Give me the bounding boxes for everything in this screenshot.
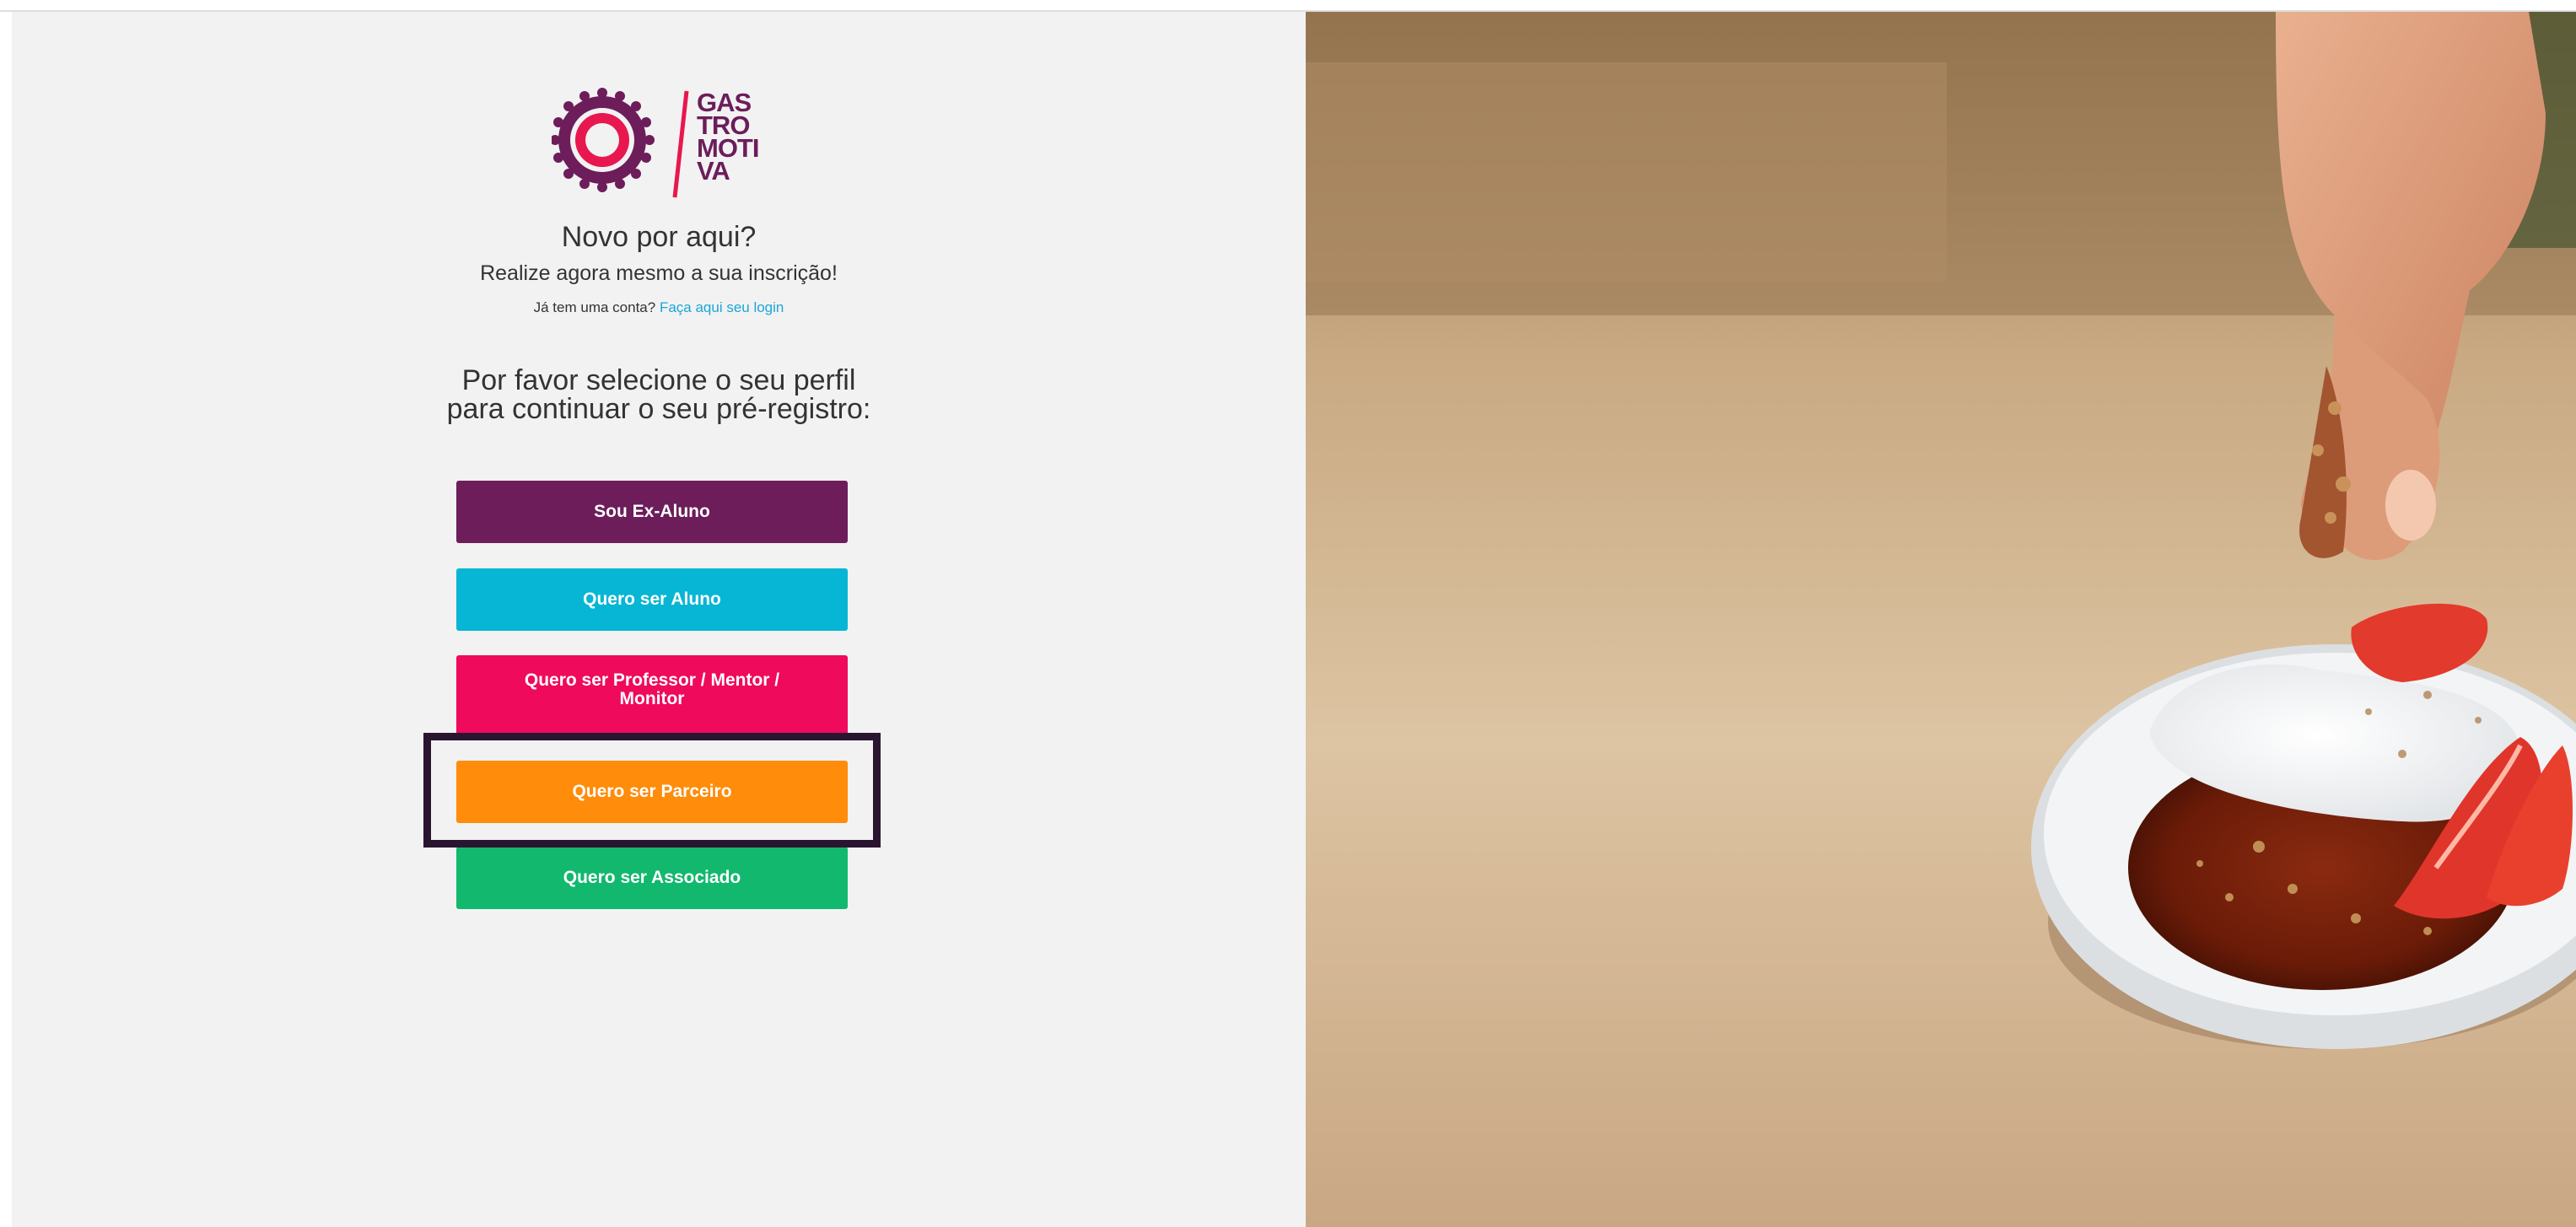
professor-mentor-monitor-button[interactable]: Quero ser Professor / Mentor / Monitor xyxy=(456,655,848,736)
login-prompt: Já tem uma conta? Faça aqui seu login xyxy=(12,299,1306,316)
associado-button[interactable]: Quero ser Associado xyxy=(456,847,848,909)
browser-top-edge xyxy=(0,0,2576,12)
aluno-button[interactable]: Quero ser Aluno xyxy=(456,568,848,631)
profile-prompt-line1: Por favor selecione o seu perfil xyxy=(461,364,856,396)
login-link[interactable]: Faça aqui seu login xyxy=(660,299,784,315)
button-label: Quero ser Aluno xyxy=(583,589,721,609)
dessert-photo-icon xyxy=(1306,12,2576,1227)
button-label: Quero ser Associado xyxy=(563,868,741,887)
profile-prompt: Por favor selecione o seu perfil para co… xyxy=(12,366,1306,423)
parceiro-button[interactable]: Quero ser Parceiro xyxy=(456,761,848,823)
button-label: Quero ser Parceiro xyxy=(572,782,732,801)
logo-line: VA xyxy=(697,156,730,186)
profile-prompt-line2: para continuar o seu pré-registro: xyxy=(446,393,871,425)
have-account-text: Já tem uma conta? xyxy=(533,299,656,315)
ex-aluno-button[interactable]: Sou Ex-Aluno xyxy=(456,481,848,543)
button-label: Sou Ex-Aluno xyxy=(594,502,710,521)
page-subtitle: Realize agora mesmo a sua inscrição! xyxy=(480,261,838,285)
page-title: Novo por aqui? xyxy=(561,221,757,253)
button-label: Quero ser Professor / Mentor / Monitor xyxy=(524,670,780,708)
logo-wordmark: GAS TRO MOTI VA xyxy=(697,89,781,186)
